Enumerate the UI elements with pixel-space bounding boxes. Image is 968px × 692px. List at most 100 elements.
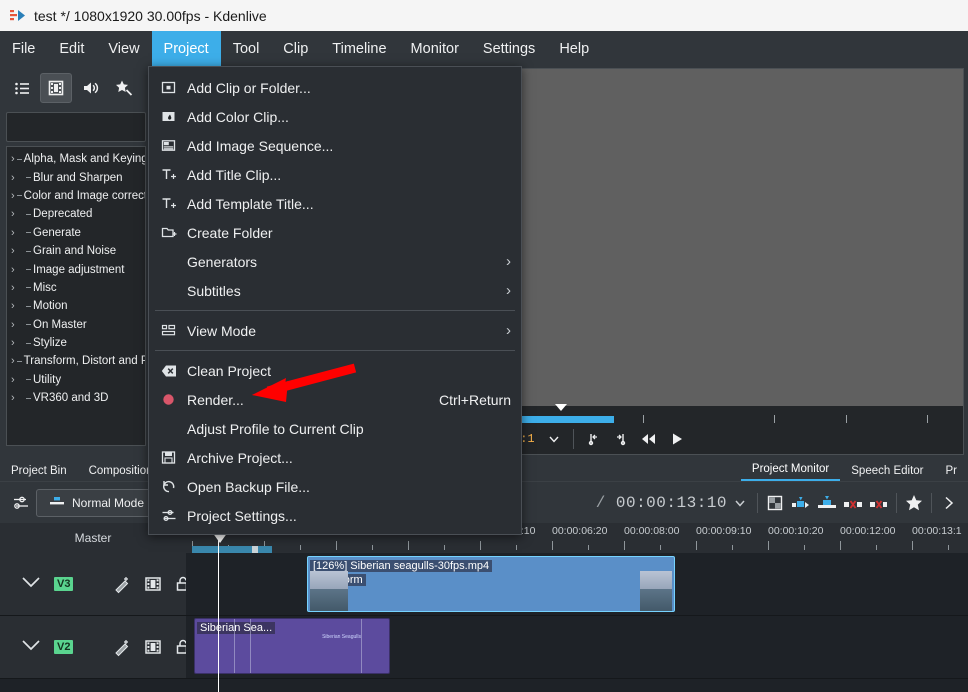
menubar[interactable]: File Edit View Project Tool Clip Timelin… [0, 31, 968, 66]
chevron-right-icon[interactable]: › [11, 264, 24, 276]
chevron-right-icon[interactable]: › [11, 282, 24, 294]
chevron-right-icon[interactable]: › [11, 153, 15, 165]
menu-settings[interactable]: Settings [471, 31, 547, 66]
effect-category-row[interactable]: › Motion [7, 297, 145, 315]
chevron-down-icon[interactable] [727, 491, 753, 515]
menu-monitor[interactable]: Monitor [399, 31, 471, 66]
effect-category-row[interactable]: › Transform, Distort and Perspective [7, 352, 145, 370]
effect-category-row[interactable]: › Blur and Sharpen [7, 168, 145, 186]
effect-category-row[interactable]: › Utility [7, 371, 145, 389]
chevron-right-icon[interactable]: › [11, 374, 24, 386]
effect-category-row[interactable]: › Grain and Noise [7, 242, 145, 260]
effect-category-row[interactable]: › Generate [7, 224, 145, 242]
timeline-clip-video[interactable]: [126%] Siberian seagulls-30fps.mp4 Trans… [307, 556, 675, 612]
track-body-v3[interactable]: [126%] Siberian seagulls-30fps.mp4 Trans… [186, 553, 968, 616]
menu-timeline[interactable]: Timeline [320, 31, 398, 66]
menu-item-view-mode[interactable]: View Mode › [149, 316, 521, 345]
menu-help[interactable]: Help [547, 31, 601, 66]
set-zone-in-icon[interactable] [580, 427, 606, 451]
timeline-zone-handle[interactable] [252, 546, 258, 553]
effects-category-list[interactable]: › Alpha, Mask and Keying › Blur and Sharpe… [6, 146, 146, 446]
tab-project-bin[interactable]: Project Bin [0, 462, 78, 481]
effects-icon[interactable] [113, 575, 132, 594]
menu-view[interactable]: View [96, 31, 151, 66]
insert-zone-icon[interactable] [788, 491, 814, 515]
favorite-effects-icon[interactable] [901, 491, 927, 515]
custom-effects-icon[interactable] [108, 73, 140, 103]
effect-category-row[interactable]: › Deprecated [7, 205, 145, 223]
overwrite-zone-icon[interactable] [814, 491, 840, 515]
chevron-right-icon[interactable]: › [11, 208, 24, 220]
timeline[interactable]: Master 00:00:00:00 00:00:01:10 00:00:02:… [0, 523, 968, 692]
tab-speech-editor[interactable]: Speech Editor [840, 462, 934, 481]
project-monitor-toolbar[interactable]: 1:1 [503, 424, 963, 454]
track-name-v3[interactable]: V3 [54, 577, 74, 591]
zoom-chevron-icon[interactable] [541, 427, 567, 451]
menu-item-add-clip-or-folder[interactable]: Add Clip or Folder... [149, 73, 521, 102]
chevron-down-icon[interactable] [20, 638, 42, 656]
menu-item-project-settings[interactable]: Project Settings... [149, 501, 521, 530]
audio-effects-icon[interactable] [74, 73, 106, 103]
track-name-v2[interactable]: V2 [54, 640, 74, 654]
snap-grid-icon[interactable] [762, 491, 788, 515]
more-tools-icon[interactable] [936, 491, 962, 515]
effect-category-row[interactable]: › VR360 and 3D [7, 389, 145, 407]
effect-category-row[interactable]: › Stylize [7, 334, 145, 352]
effect-category-row[interactable]: › Misc [7, 279, 145, 297]
chevron-right-icon[interactable]: › [11, 319, 24, 331]
menu-item-add-template-title[interactable]: Add Template Title... [149, 189, 521, 218]
project-duration-timecode[interactable]: 00:00:13:10 [616, 494, 727, 512]
menu-item-open-backup-file[interactable]: Open Backup File... [149, 472, 521, 501]
menu-item-subtitles[interactable]: Subtitles › [149, 276, 521, 305]
menu-item-clean-project[interactable]: Clean Project [149, 356, 521, 385]
chevron-right-icon[interactable]: › [11, 355, 15, 367]
effects-search-input[interactable] [6, 112, 146, 142]
chevron-right-icon[interactable]: › [11, 190, 15, 202]
project-monitor-video[interactable] [503, 69, 963, 406]
menu-clip[interactable]: Clip [271, 31, 320, 66]
lift-zone-icon[interactable] [866, 491, 892, 515]
menu-item-render[interactable]: Render... Ctrl+Return [149, 385, 521, 414]
tab-more-right[interactable]: Pr [935, 462, 968, 481]
menu-item-add-title-clip[interactable]: Add Title Clip... [149, 160, 521, 189]
menu-project[interactable]: Project [151, 31, 221, 66]
play-icon[interactable] [664, 427, 690, 451]
chevron-right-icon[interactable]: › [11, 245, 24, 257]
menu-item-create-folder[interactable]: Create Folder [149, 218, 521, 247]
track-header-v2[interactable]: V2 [0, 616, 188, 679]
set-zone-out-icon[interactable] [608, 427, 634, 451]
video-track-icon[interactable] [144, 575, 162, 593]
effect-category-row[interactable]: › Color and Image correction [7, 187, 145, 205]
menu-item-add-image-sequence[interactable]: Add Image Sequence... [149, 131, 521, 160]
track-body-v2[interactable]: Siberian Sea... Siberian Seagulls [186, 616, 968, 679]
timeline-clip-title[interactable]: Siberian Sea... Siberian Seagulls [194, 618, 390, 674]
chevron-right-icon[interactable]: › [11, 172, 24, 184]
tab-project-monitor[interactable]: Project Monitor [740, 460, 841, 481]
menu-tool[interactable]: Tool [221, 31, 272, 66]
menu-edit[interactable]: Edit [47, 31, 96, 66]
timeline-settings-icon[interactable] [6, 491, 36, 515]
menu-item-adjust-profile-to-current-clip[interactable]: Adjust Profile to Current Clip [149, 414, 521, 443]
menu-item-generators[interactable]: Generators › [149, 247, 521, 276]
timeline-playhead-line[interactable] [218, 523, 219, 692]
chevron-down-icon[interactable] [20, 575, 42, 593]
timeline-track-v2[interactable]: V2 Siberian Sea... Siberian Seagulls [0, 616, 968, 679]
effect-category-row[interactable]: › Alpha, Mask and Keying [7, 150, 145, 168]
chevron-right-icon[interactable]: › [11, 227, 24, 239]
menu-item-add-color-clip[interactable]: Add Color Clip... [149, 102, 521, 131]
video-track-icon[interactable] [144, 638, 162, 656]
chevron-right-icon[interactable]: › [11, 300, 24, 312]
menu-item-archive-project[interactable]: Archive Project... [149, 443, 521, 472]
effect-category-row[interactable]: › On Master [7, 316, 145, 334]
edit-mode-button[interactable]: Normal Mode [36, 488, 158, 517]
project-dropdown-menu[interactable]: Add Clip or Folder... Add Color Clip... … [148, 66, 522, 535]
extract-zone-icon[interactable] [840, 491, 866, 515]
track-header-v3[interactable]: V3 [0, 553, 188, 616]
chevron-right-icon[interactable]: › [11, 392, 24, 404]
menu-file[interactable]: File [0, 31, 47, 66]
chevron-right-icon[interactable]: › [11, 337, 24, 349]
effects-icon[interactable] [113, 638, 132, 657]
project-monitor[interactable]: 1:1 [502, 68, 964, 455]
rewind-icon[interactable] [636, 427, 662, 451]
timeline-zone-bar[interactable] [192, 546, 272, 553]
